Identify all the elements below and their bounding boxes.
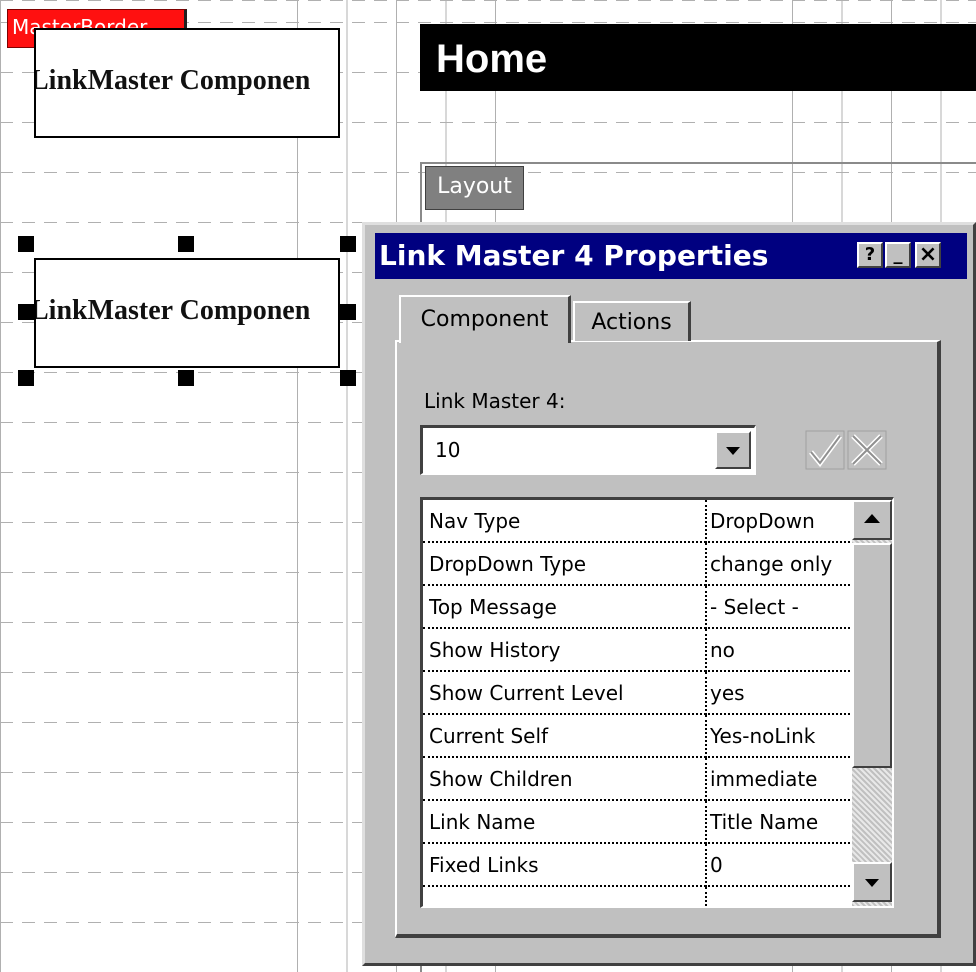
property-value[interactable]: DropDown: [705, 500, 850, 543]
property-name: Top Message: [429, 595, 557, 619]
chevron-down-icon: [726, 447, 740, 455]
resize-handle-w[interactable]: [18, 304, 34, 320]
property-row[interactable]: Show Current Level yes: [423, 672, 850, 715]
minimize-button[interactable]: _: [885, 242, 911, 268]
link-master-select[interactable]: 10: [420, 425, 756, 475]
scroll-down-button[interactable]: [852, 862, 892, 902]
property-grid: Nav Type DropDown DropDown Type change only…: [420, 497, 894, 908]
property-row[interactable]: Top Message - Select -: [423, 586, 850, 629]
resize-handle-se[interactable]: [340, 370, 356, 386]
select-value: 10: [435, 438, 461, 462]
property-row[interactable]: Show History no: [423, 629, 850, 672]
property-row[interactable]: DropDown Type change only: [423, 543, 850, 586]
x-icon[interactable]: [847, 430, 887, 470]
property-name: Show Current Level: [429, 681, 624, 705]
property-name: Current Self: [429, 724, 549, 748]
dialog-titlebar[interactable]: Link Master 4 Properties ? _ ×: [375, 233, 967, 279]
property-row[interactable]: Fixed Links 0: [423, 844, 850, 887]
resize-handle-nw[interactable]: [18, 236, 34, 252]
property-row-partial: [423, 887, 850, 906]
property-value[interactable]: yes: [705, 672, 850, 715]
resize-handle-sw[interactable]: [18, 370, 34, 386]
chevron-up-icon: [864, 514, 880, 523]
resize-handle-ne[interactable]: [340, 236, 356, 252]
link-master-label: Link Master 4:: [424, 389, 566, 413]
property-name: Fixed Links: [429, 853, 539, 877]
linkmaster-component-box[interactable]: LinkMaster Componen: [34, 28, 340, 138]
property-name: Nav Type: [429, 509, 521, 533]
property-value[interactable]: no: [705, 629, 850, 672]
property-value[interactable]: change only: [705, 543, 850, 586]
property-row[interactable]: Link Name Title Name: [423, 801, 850, 844]
property-value[interactable]: immediate: [705, 758, 850, 801]
property-scrollbar[interactable]: [852, 500, 892, 906]
property-value: [705, 887, 850, 906]
property-row[interactable]: Current Self Yes-noLink: [423, 715, 850, 758]
check-icon[interactable]: [805, 430, 845, 470]
tab-component[interactable]: Component: [399, 295, 571, 343]
resize-handle-e[interactable]: [340, 304, 356, 320]
scroll-up-button[interactable]: [852, 500, 892, 540]
property-value[interactable]: Title Name: [705, 801, 850, 844]
property-name: DropDown Type: [429, 552, 587, 576]
tab-actions[interactable]: Actions: [573, 301, 691, 341]
property-value[interactable]: 0: [705, 844, 850, 887]
component-label: LinkMaster Componen: [34, 65, 311, 96]
property-name: Link Name: [429, 810, 536, 834]
dialog-title: Link Master 4 Properties: [379, 239, 769, 272]
dropdown-button[interactable]: [715, 431, 751, 469]
close-button[interactable]: ×: [915, 242, 941, 268]
layout-tab[interactable]: Layout: [425, 166, 524, 210]
resize-handle-s[interactable]: [178, 370, 194, 386]
property-name: Show History: [429, 638, 561, 662]
property-name: Show Children: [429, 767, 573, 791]
property-row[interactable]: Show Children immediate: [423, 758, 850, 801]
home-title-bar[interactable]: Home: [420, 24, 976, 91]
property-row[interactable]: Nav Type DropDown: [423, 500, 850, 543]
help-button[interactable]: ?: [857, 242, 883, 268]
resize-handle-n[interactable]: [178, 236, 194, 252]
chevron-down-icon: [865, 879, 879, 887]
properties-dialog: Link Master 4 Properties ? _ × Component…: [362, 222, 976, 966]
property-value[interactable]: Yes-noLink: [705, 715, 850, 758]
linkmaster-component-box-selected[interactable]: LinkMaster Componen: [34, 258, 340, 368]
scroll-thumb[interactable]: [852, 543, 892, 768]
property-value[interactable]: - Select -: [705, 586, 850, 629]
component-label: LinkMaster Componen: [34, 295, 311, 326]
